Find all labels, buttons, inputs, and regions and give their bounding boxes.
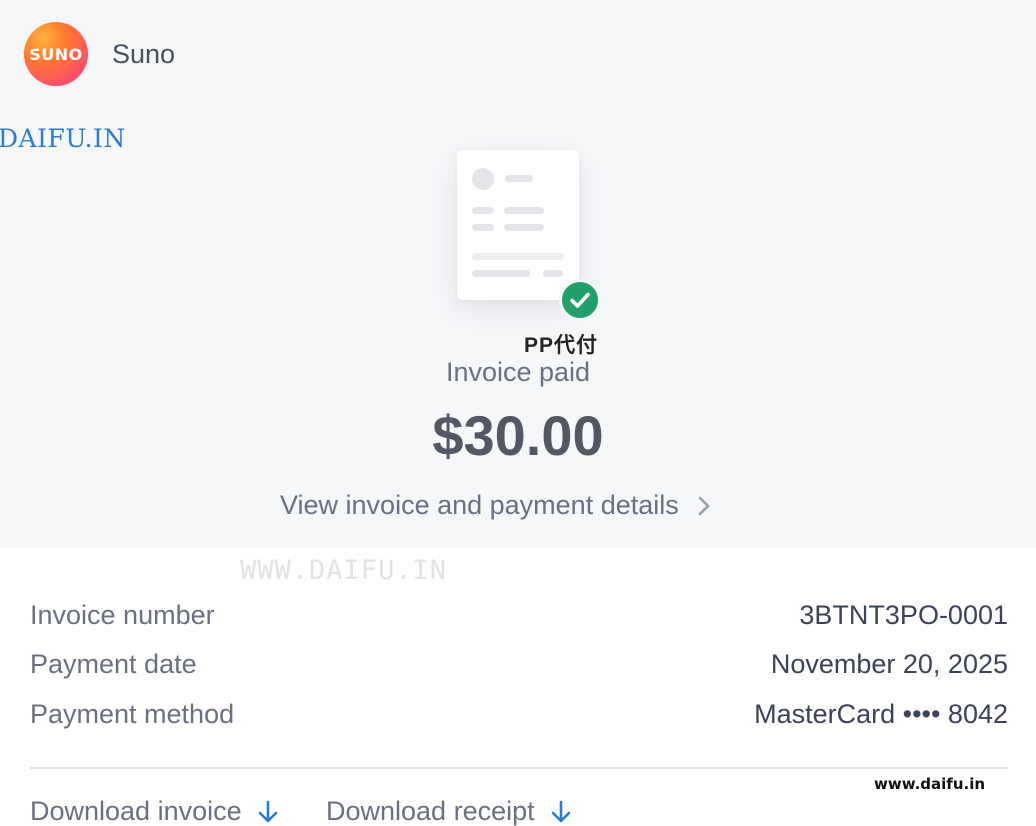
invoice-document-illustration <box>457 150 579 300</box>
merchant-name: Suno <box>112 38 176 69</box>
detail-row-invoice-number: Invoice number 3BTNT3PO-0001 <box>30 600 1008 631</box>
view-details-label: View invoice and payment details <box>280 490 679 520</box>
watermark-center: PP代付 <box>524 334 599 357</box>
invoice-summary-panel: SUNO Suno DAIFU.IN PP代付 Invoice paid $30… <box>0 0 1036 548</box>
chevron-right-icon <box>697 495 711 517</box>
download-receipt-button[interactable]: Download receipt <box>326 796 571 826</box>
suno-logo: SUNO <box>24 22 88 86</box>
divider <box>30 767 1008 769</box>
view-details-link[interactable]: View invoice and payment details <box>280 490 711 521</box>
watermark-bottom-right: www.daifu.in <box>874 775 986 793</box>
invoice-number-value: 3BTNT3PO-0001 <box>799 600 1008 630</box>
arrow-down-icon <box>551 800 571 824</box>
download-invoice-label: Download invoice <box>30 796 242 826</box>
invoice-number-label: Invoice number <box>30 600 215 630</box>
payment-method-value: MasterCard •••• 8042 <box>754 699 1008 729</box>
watermark-top-left: DAIFU.IN <box>0 124 126 153</box>
detail-row-payment-date: Payment date November 20, 2025 <box>30 649 1008 680</box>
download-receipt-label: Download receipt <box>326 796 535 826</box>
logo-text: SUNO <box>29 44 83 64</box>
detail-row-payment-method: Payment method MasterCard •••• 8042 <box>30 699 1008 730</box>
watermark-mid: WWW.DAIFU.IN <box>240 555 448 586</box>
payment-date-label: Payment date <box>30 649 197 679</box>
check-circle-icon <box>559 279 601 321</box>
payment-method-label: Payment method <box>30 699 235 729</box>
merchant-brand: SUNO Suno <box>24 22 175 86</box>
download-invoice-button[interactable]: Download invoice <box>30 796 278 826</box>
invoice-status: Invoice paid <box>445 357 591 387</box>
arrow-down-icon <box>258 800 278 824</box>
invoice-amount: $30.00 <box>432 404 604 467</box>
payment-date-value: November 20, 2025 <box>770 649 1008 679</box>
